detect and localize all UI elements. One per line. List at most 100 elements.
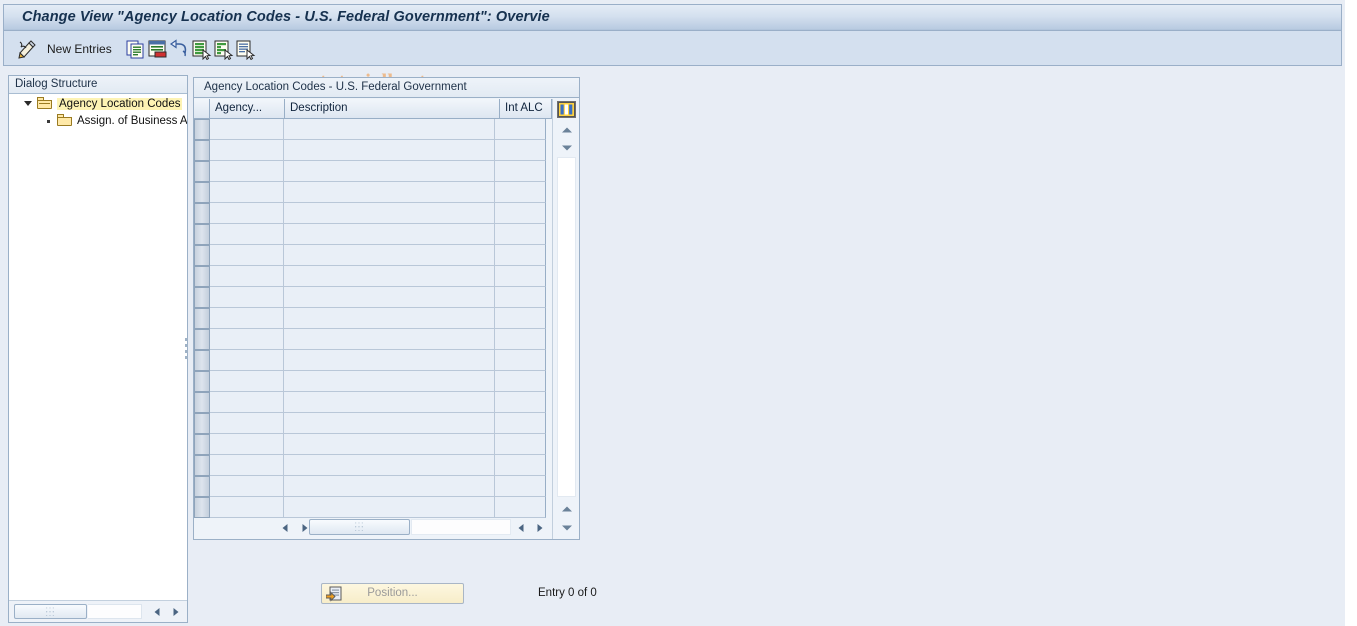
table-cell-description[interactable]	[283, 182, 495, 203]
table-cell-int_alc[interactable]	[494, 476, 546, 497]
table-cell-int_alc[interactable]	[494, 371, 546, 392]
table-cell-int_alc[interactable]	[494, 161, 546, 182]
table-cell-description[interactable]	[283, 350, 495, 371]
table-cell-description[interactable]	[283, 329, 495, 350]
table-hscroll-page-left-button[interactable]	[512, 519, 529, 536]
table-cell-agency[interactable]	[209, 329, 284, 350]
table-cell-agency[interactable]	[209, 287, 284, 308]
undo-icon[interactable]	[168, 38, 190, 60]
table-row[interactable]	[194, 182, 546, 203]
sidebar-scroll-right-button[interactable]	[167, 603, 184, 620]
table-cell-agency[interactable]	[209, 182, 284, 203]
table-cell-agency[interactable]	[209, 161, 284, 182]
copy-as-icon[interactable]	[124, 38, 146, 60]
table-horizontal-scrollbar[interactable]: ::::::	[254, 518, 546, 537]
row-select-checkbox[interactable]	[194, 329, 210, 350]
table-cell-agency[interactable]	[209, 224, 284, 245]
table-row[interactable]	[194, 392, 546, 413]
table-cell-int_alc[interactable]	[494, 413, 546, 434]
new-entries-button[interactable]: New Entries	[47, 42, 112, 56]
table-cell-int_alc[interactable]	[494, 497, 546, 518]
table-cell-agency[interactable]	[209, 434, 284, 455]
table-hscroll-left-button[interactable]	[276, 519, 293, 536]
sidebar-scroll-left-button[interactable]	[148, 603, 165, 620]
table-scroll-page-down-button[interactable]	[557, 519, 576, 536]
table-cell-description[interactable]	[283, 371, 495, 392]
table-cell-agency[interactable]	[209, 203, 284, 224]
table-cell-agency[interactable]	[209, 140, 284, 161]
table-cell-int_alc[interactable]	[494, 119, 546, 140]
table-row[interactable]	[194, 161, 546, 182]
table-row[interactable]	[194, 413, 546, 434]
table-row[interactable]	[194, 140, 546, 161]
table-cell-description[interactable]	[283, 455, 495, 476]
table-scroll-up-button[interactable]	[557, 121, 576, 138]
table-cell-int_alc[interactable]	[494, 350, 546, 371]
table-row[interactable]	[194, 245, 546, 266]
row-select-checkbox[interactable]	[194, 308, 210, 329]
table-hscroll-page-right-button[interactable]	[531, 519, 548, 536]
table-cell-int_alc[interactable]	[494, 455, 546, 476]
table-header-select-all-cell[interactable]	[194, 99, 210, 119]
table-cell-int_alc[interactable]	[494, 287, 546, 308]
sidebar-scroll-track[interactable]	[88, 604, 142, 619]
table-header-agency[interactable]: Agency...	[210, 99, 285, 119]
table-row[interactable]	[194, 266, 546, 287]
row-select-checkbox[interactable]	[194, 413, 210, 434]
row-select-checkbox[interactable]	[194, 350, 210, 371]
panel-splitter-handle[interactable]	[184, 338, 189, 360]
table-row[interactable]	[194, 455, 546, 476]
row-select-checkbox[interactable]	[194, 224, 210, 245]
table-cell-description[interactable]	[283, 392, 495, 413]
row-select-checkbox[interactable]	[194, 392, 210, 413]
table-cell-agency[interactable]	[209, 455, 284, 476]
table-row[interactable]	[194, 287, 546, 308]
table-cell-int_alc[interactable]	[494, 245, 546, 266]
row-select-checkbox[interactable]	[194, 476, 210, 497]
table-settings-icon[interactable]	[557, 101, 576, 118]
table-cell-agency[interactable]	[209, 308, 284, 329]
table-cell-agency[interactable]	[209, 476, 284, 497]
table-cell-description[interactable]	[283, 413, 495, 434]
table-cell-int_alc[interactable]	[494, 203, 546, 224]
details-icon[interactable]	[234, 38, 256, 60]
table-cell-description[interactable]	[283, 476, 495, 497]
table-cell-int_alc[interactable]	[494, 308, 546, 329]
row-select-checkbox[interactable]	[194, 371, 210, 392]
select-all-icon[interactable]	[190, 38, 212, 60]
delete-icon[interactable]	[146, 38, 168, 60]
table-row[interactable]	[194, 497, 546, 518]
row-select-checkbox[interactable]	[194, 497, 210, 518]
table-row[interactable]	[194, 308, 546, 329]
table-scroll-track[interactable]	[557, 157, 576, 497]
table-cell-description[interactable]	[283, 434, 495, 455]
table-cell-description[interactable]	[283, 203, 495, 224]
chevron-down-icon[interactable]	[23, 98, 34, 109]
table-cell-agency[interactable]	[209, 245, 284, 266]
table-row[interactable]	[194, 329, 546, 350]
table-row[interactable]	[194, 119, 546, 140]
table-cell-agency[interactable]	[209, 371, 284, 392]
table-row[interactable]	[194, 476, 546, 497]
table-cell-int_alc[interactable]	[494, 182, 546, 203]
table-cell-description[interactable]	[283, 161, 495, 182]
row-select-checkbox[interactable]	[194, 182, 210, 203]
table-cell-description[interactable]	[283, 308, 495, 329]
table-cell-description[interactable]	[283, 245, 495, 266]
table-cell-agency[interactable]	[209, 392, 284, 413]
table-scroll-down-button[interactable]	[557, 139, 576, 156]
table-header-description[interactable]: Description	[285, 99, 500, 119]
table-cell-agency[interactable]	[209, 497, 284, 518]
row-select-checkbox[interactable]	[194, 140, 210, 161]
table-cell-description[interactable]	[283, 119, 495, 140]
table-cell-description[interactable]	[283, 140, 495, 161]
position-button[interactable]: Position...	[321, 583, 464, 604]
row-select-checkbox[interactable]	[194, 434, 210, 455]
table-hscroll-track[interactable]	[411, 519, 511, 535]
display-change-icon[interactable]	[16, 38, 38, 60]
table-cell-agency[interactable]	[209, 350, 284, 371]
deselect-all-icon[interactable]	[212, 38, 234, 60]
row-select-checkbox[interactable]	[194, 119, 210, 140]
table-cell-description[interactable]	[283, 497, 495, 518]
row-select-checkbox[interactable]	[194, 203, 210, 224]
